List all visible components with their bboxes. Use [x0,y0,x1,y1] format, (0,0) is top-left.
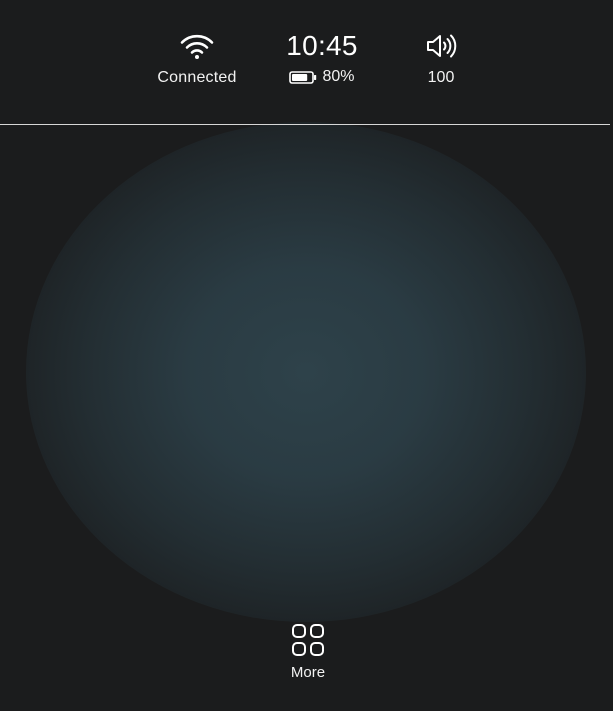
clock-time: 10:45 [286,30,358,61]
more-button[interactable]: More [278,623,338,683]
battery-percent: 80% [322,68,355,85]
battery-icon [289,70,317,84]
volume-status[interactable]: 100 [411,32,471,87]
wifi-status-label: Connected [157,69,237,86]
more-button-label: More [290,664,326,681]
wifi-status[interactable]: Connected [147,32,247,87]
wifi-icon [180,34,214,59]
home-screen: Connected 10:45 80% 100 More [0,0,613,711]
status-divider [0,124,610,125]
speaker-icon [427,34,457,58]
status-bar: Connected 10:45 80% 100 [0,0,613,124]
battery-status: 80% [289,68,355,86]
grid-icon [292,624,324,656]
background-glow [26,122,586,622]
clock-status[interactable]: 10:45 80% [262,30,382,86]
volume-level: 100 [427,69,455,86]
